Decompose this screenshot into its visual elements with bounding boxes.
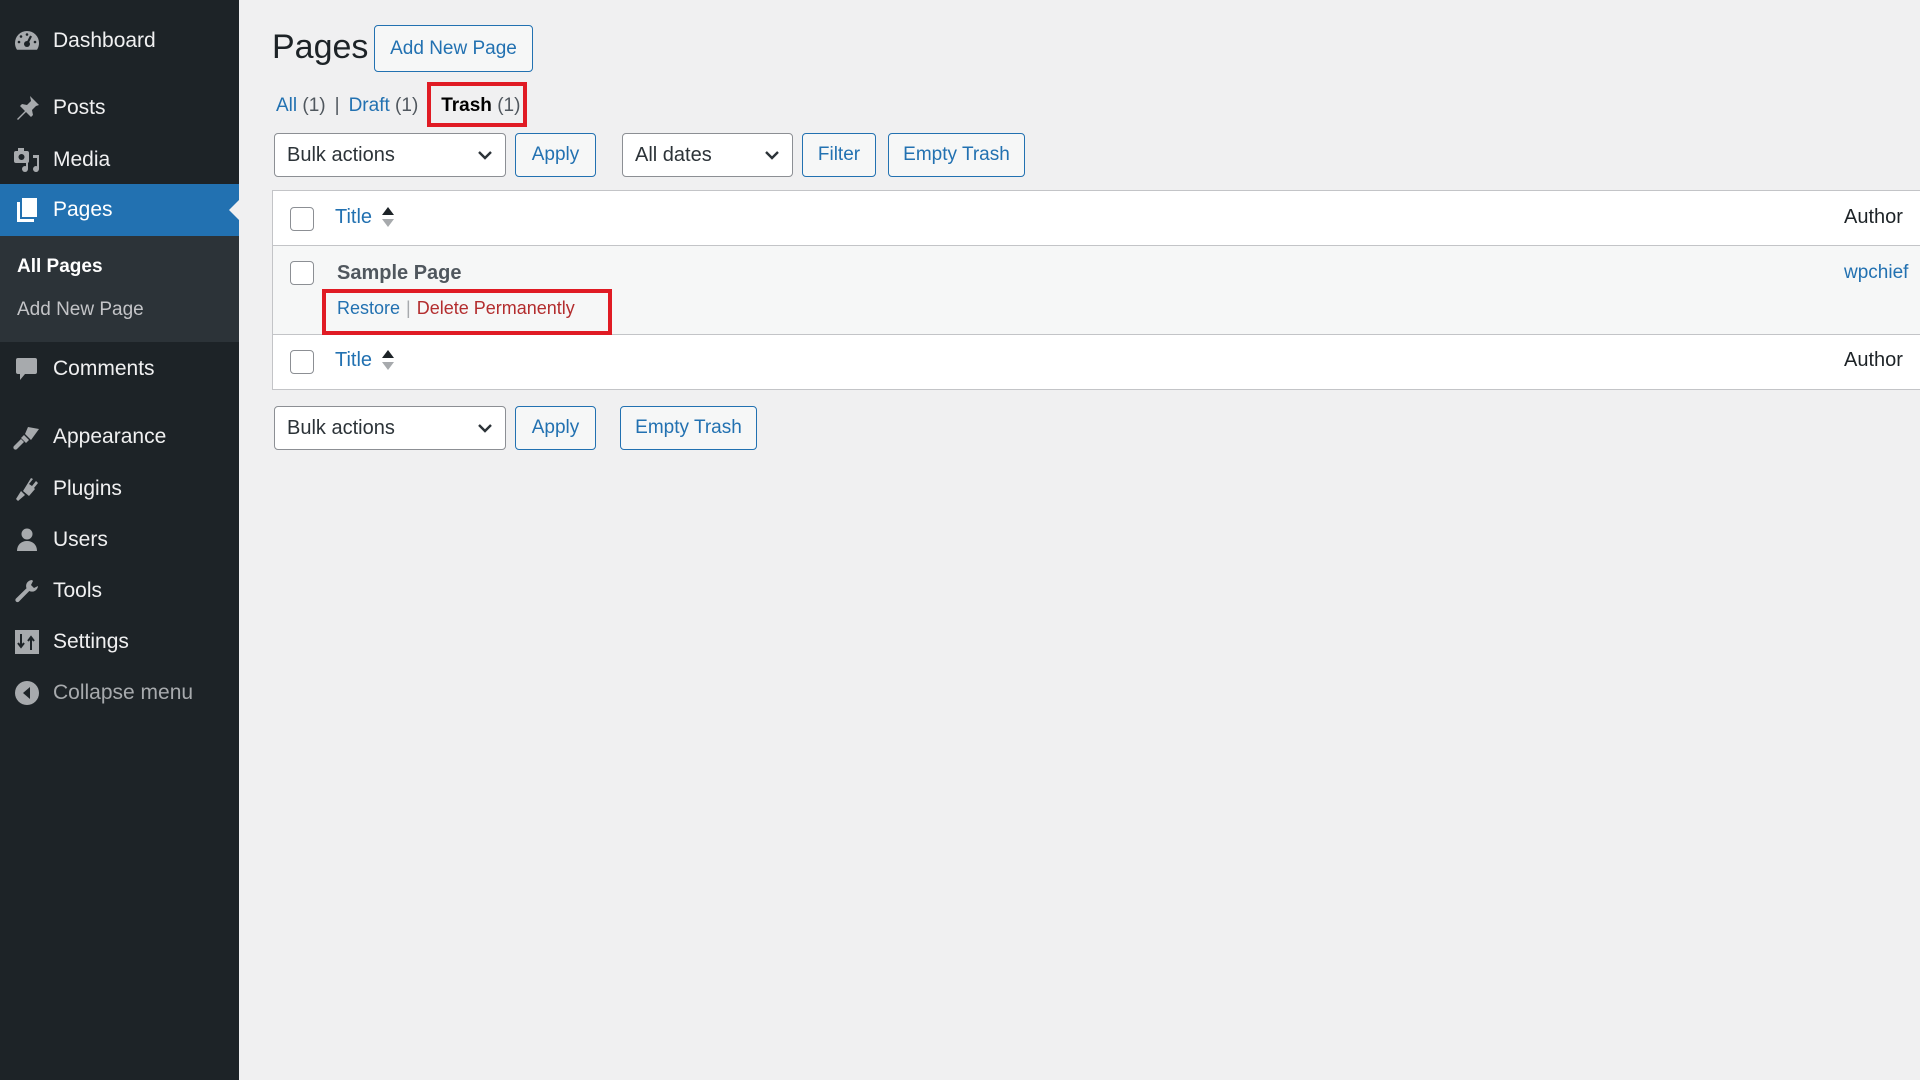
row-actions: Restore | Delete Permanently [337,298,575,319]
author-column-header: Author [1844,206,1903,228]
status-filter-links: All (1) | Draft (1) | Trash (1) [276,95,520,117]
chevron-down-icon [764,150,780,160]
title-column-label: Title [335,205,373,228]
filter-all-count: (1) [302,95,326,116]
sidebar-item-label: Tools [53,579,103,602]
filter-trash-count: (1) [497,95,521,116]
submenu-add-new-page[interactable]: Add New Page [17,299,144,321]
admin-sidebar: Dashboard Posts Media Pages All Pages Ad… [0,0,239,1080]
media-icon [13,146,41,174]
sidebar-item-dashboard[interactable]: Dashboard [0,18,239,64]
author-link[interactable]: wpchief [1844,262,1908,284]
title-column-footer[interactable]: Title [335,348,395,372]
dashboard-icon [13,27,41,55]
filter-all-link[interactable]: All (1) [276,95,326,117]
paintbrush-icon [13,423,41,451]
user-icon [13,526,41,554]
sidebar-item-label: Posts [53,96,106,119]
author-column-footer: Author [1844,349,1903,371]
sidebar-item-label: Plugins [53,477,122,500]
bulk-actions-select-top[interactable]: Bulk actions [274,133,506,177]
submenu-all-pages[interactable]: All Pages [17,256,103,278]
dates-filter-select[interactable]: All dates [622,133,793,177]
collapse-arrow-icon [13,679,41,707]
filter-all-label: All [276,95,298,116]
sidebar-item-posts[interactable]: Posts [0,85,239,131]
empty-trash-button-bottom[interactable]: Empty Trash [620,406,757,450]
chevron-down-icon [477,423,493,433]
sidebar-item-label: Users [53,528,108,551]
wrench-icon [13,577,41,605]
bulk-actions-select-bottom[interactable]: Bulk actions [274,406,506,450]
dates-filter-value: All dates [635,143,712,166]
collapse-menu-button[interactable]: Collapse menu [0,670,239,716]
apply-button-bottom[interactable]: Apply [515,406,596,450]
sidebar-item-plugins[interactable]: Plugins [0,466,239,512]
table-footer-row: Title Author [273,335,1920,389]
chevron-down-icon [477,150,493,160]
pages-table: Title Author Sample Page Restore | Delet… [272,190,1920,390]
sidebar-item-settings[interactable]: Settings [0,619,239,665]
filter-trash-link[interactable]: Trash (1) [441,95,520,117]
pushpin-icon [13,94,41,122]
sidebar-item-pages[interactable]: Pages [0,184,239,236]
bulk-actions-value: Bulk actions [287,143,395,166]
filter-draft-link[interactable]: Draft (1) [349,95,419,117]
restore-link[interactable]: Restore [337,298,400,319]
collapse-menu-label: Collapse menu [53,681,194,704]
sidebar-item-users[interactable]: Users [0,517,239,563]
sidebar-item-label: Dashboard [53,29,156,52]
filter-separator: | [334,95,340,116]
add-new-page-button[interactable]: Add New Page [374,25,533,72]
active-indicator-arrow [229,200,239,220]
table-row: Sample Page Restore | Delete Permanently… [273,246,1920,335]
title-column-header[interactable]: Title [335,205,395,229]
title-column-label: Title [335,348,373,371]
row-checkbox[interactable] [290,261,314,285]
select-all-checkbox-footer[interactable] [290,350,314,374]
row-action-separator: | [406,298,411,318]
sidebar-item-label: Comments [53,357,155,380]
sidebar-item-tools[interactable]: Tools [0,568,239,614]
main-content: Pages Add New Page All (1) | Draft (1) |… [239,0,1920,1080]
filter-button[interactable]: Filter [802,133,876,177]
page-title: Pages [272,28,369,66]
plug-icon [13,475,41,503]
row-title[interactable]: Sample Page [337,262,462,285]
table-header-row: Title Author [273,191,1920,246]
filter-draft-count: (1) [395,95,419,116]
sidebar-item-label: Pages [53,198,113,221]
apply-button-top[interactable]: Apply [515,133,596,177]
filter-trash-label: Trash [441,95,492,116]
bulk-actions-value: Bulk actions [287,416,395,439]
sidebar-item-label: Settings [53,630,129,653]
sidebar-item-appearance[interactable]: Appearance [0,414,239,460]
sidebar-item-label: Media [53,148,111,171]
sort-arrows-icon [381,348,395,372]
select-all-checkbox[interactable] [290,207,314,231]
pages-icon [13,196,41,224]
filter-draft-label: Draft [348,95,390,116]
sliders-icon [13,628,41,656]
comment-icon [13,355,41,383]
pages-submenu: All Pages Add New Page [0,236,239,342]
sidebar-item-media[interactable]: Media [0,137,239,183]
filter-separator: | [427,95,433,116]
sidebar-item-comments[interactable]: Comments [0,346,239,392]
sort-arrows-icon [381,205,395,229]
delete-permanently-link[interactable]: Delete Permanently [417,298,575,319]
empty-trash-button-top[interactable]: Empty Trash [888,133,1025,177]
sidebar-item-label: Appearance [53,425,167,448]
